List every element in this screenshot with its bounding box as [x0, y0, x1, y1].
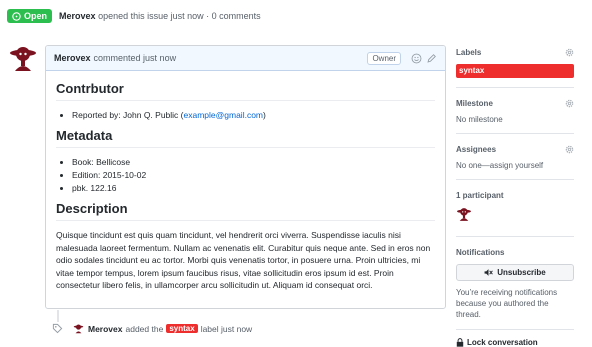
notifications-header: Notifications — [456, 245, 574, 259]
label-event: Merovex added the syntax label just now — [52, 323, 252, 334]
metadata-item: Book: Bellicose — [72, 156, 435, 169]
lock-icon — [456, 338, 464, 347]
labels-section: Labels syntax — [456, 45, 574, 88]
participants-header: 1 participant — [456, 188, 574, 202]
issue-opened-icon — [12, 11, 21, 21]
participants-section: 1 participant — [456, 188, 574, 237]
description-heading: Description — [56, 201, 435, 221]
event-actor-link[interactable]: Merovex — [88, 324, 123, 334]
issue-author-link[interactable]: Merovex — [59, 11, 96, 21]
issue-status-line: Open Merovex opened this issue just now … — [7, 7, 261, 25]
timeline-line — [57, 310, 59, 322]
assignees-section: Assignees No one—assign yourself — [456, 142, 574, 180]
unsubscribe-button[interactable]: Unsubscribe — [456, 264, 574, 281]
comment-header: Merovex commented just now Owner — [46, 46, 445, 71]
notifications-reason: You’re receiving notifications because y… — [456, 288, 558, 319]
author-avatar[interactable] — [8, 43, 38, 73]
tag-icon — [52, 323, 63, 334]
issue-sidebar: Labels syntax Milestone No milestone Ass… — [456, 45, 574, 347]
gear-icon[interactable] — [565, 145, 574, 154]
metadata-list: Book: Bellicose Edition: 2015-10-02 pbk.… — [56, 156, 435, 195]
gear-icon[interactable] — [565, 99, 574, 108]
notifications-section: Notifications Unsubscribe You’re receivi… — [456, 245, 574, 330]
notifications-title: Notifications — [456, 247, 505, 257]
metadata-heading: Metadata — [56, 128, 435, 148]
labels-header[interactable]: Labels — [456, 45, 574, 59]
labels-title: Labels — [456, 47, 482, 57]
lock-conversation-link[interactable]: Lock conversation — [456, 338, 574, 347]
comment-timestamp[interactable]: commented just now — [94, 53, 177, 63]
reporter-prefix: Reported by: John Q. Public ( — [72, 110, 184, 120]
lock-label: Lock conversation — [467, 338, 538, 347]
reporter-item: Reported by: John Q. Public (example@gma… — [72, 109, 435, 122]
mute-icon — [484, 269, 494, 276]
milestone-header[interactable]: Milestone — [456, 96, 574, 110]
pencil-icon[interactable] — [426, 53, 437, 64]
assignees-header[interactable]: Assignees — [456, 142, 574, 156]
event-after-text: label just now — [200, 323, 253, 334]
contributor-heading: Contrbutor — [56, 81, 435, 101]
owner-badge: Owner — [367, 51, 401, 65]
emoji-icon[interactable] — [411, 53, 422, 64]
issue-comment: Merovex commented just now Owner Contrbu… — [45, 45, 446, 309]
milestone-section: Milestone No milestone — [456, 96, 574, 134]
issue-opened-text: opened this issue just now · 0 comments — [98, 11, 261, 21]
participants-title: 1 participant — [456, 190, 504, 200]
unsubscribe-label: Unsubscribe — [497, 268, 546, 277]
comment-body: Contrbutor Reported by: John Q. Public (… — [46, 71, 445, 300]
metadata-item: pbk. 122.16 — [72, 182, 435, 195]
reporter-suffix: ) — [263, 110, 266, 120]
participant-avatar[interactable] — [456, 206, 472, 222]
comment-author-link[interactable]: Merovex — [54, 53, 91, 63]
assign-yourself-link[interactable]: No one—assign yourself — [456, 161, 574, 170]
open-state-badge: Open — [7, 9, 53, 23]
milestone-value: No milestone — [456, 115, 503, 124]
description-text: Quisque tincidunt est quis quam tincidun… — [56, 230, 431, 290]
assignees-title: Assignees — [456, 144, 497, 154]
reporter-email-link[interactable]: example@gmail.com — [184, 110, 264, 120]
contributor-list: Reported by: John Q. Public (example@gma… — [56, 109, 435, 122]
event-before-text: added the — [125, 323, 164, 334]
gear-icon[interactable] — [565, 48, 574, 57]
open-state-label: Open — [24, 11, 48, 21]
milestone-title: Milestone — [456, 98, 493, 108]
label-syntax[interactable]: syntax — [456, 64, 574, 78]
event-actor-avatar[interactable] — [73, 323, 84, 334]
event-label-syntax[interactable]: syntax — [166, 324, 198, 333]
metadata-item: Edition: 2015-10-02 — [72, 169, 435, 182]
issue-meta: Merovex opened this issue just now · 0 c… — [59, 11, 261, 21]
